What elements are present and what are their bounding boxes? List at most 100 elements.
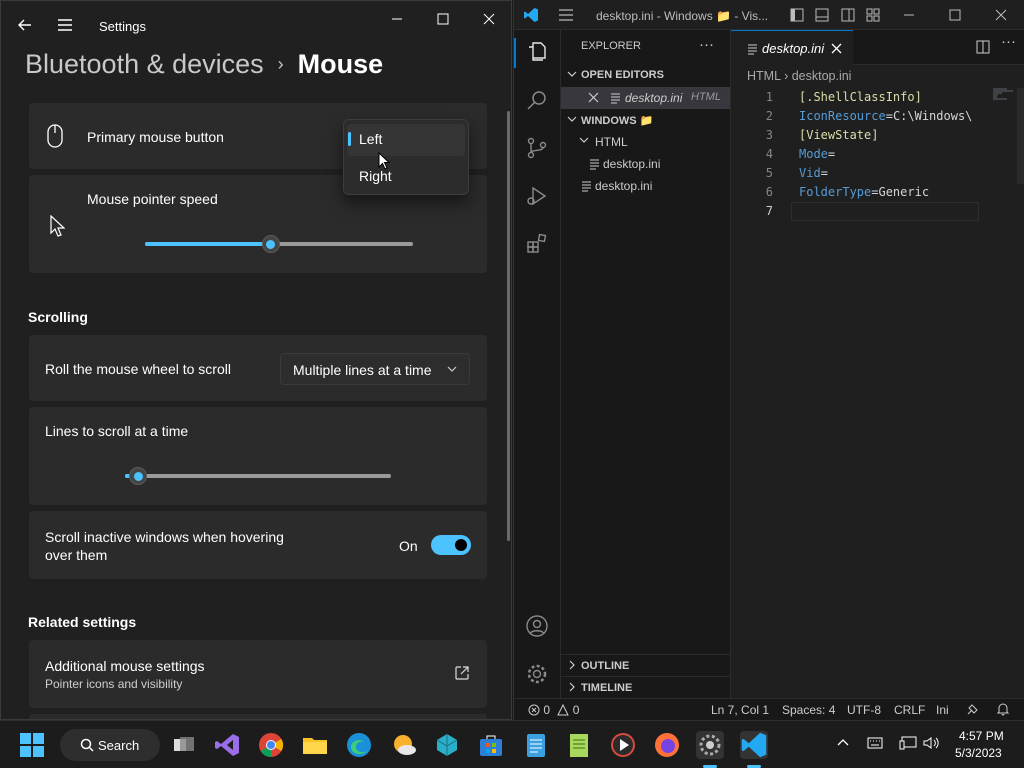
explorer-icon[interactable]	[525, 40, 549, 64]
editor-tabs: desktop.ini ···	[731, 30, 1024, 65]
split-editor-icon[interactable]	[976, 40, 990, 54]
feedback-icon[interactable]	[966, 702, 980, 716]
status-spaces[interactable]: Spaces: 4	[782, 703, 835, 717]
microsoft-store-icon[interactable]	[477, 731, 505, 759]
tree-file-html-desktop[interactable]: desktop.ini	[561, 153, 730, 175]
extensions-icon[interactable]	[525, 232, 549, 256]
close-button[interactable]	[467, 7, 511, 31]
inactive-scroll-toggle[interactable]	[431, 535, 471, 555]
clock-date[interactable]: 5/3/2023	[955, 746, 1002, 760]
pointer-speed-fill	[145, 242, 271, 246]
menu-icon[interactable]	[558, 8, 574, 22]
timeline-header[interactable]: TIMELINE	[561, 676, 730, 698]
inactive-scroll-card: Scroll inactive windows when hovering ov…	[29, 511, 487, 579]
tree-folder-html[interactable]: HTML	[561, 131, 730, 153]
customize-layout-icon[interactable]	[866, 8, 880, 22]
status-eol[interactable]: CRLF	[894, 703, 925, 717]
flyout-option-right[interactable]: Right	[359, 168, 392, 184]
more-actions-icon[interactable]: ···	[699, 36, 714, 53]
code-line[interactable]: FolderType=Generic	[799, 183, 929, 202]
media-player-icon[interactable]	[609, 731, 637, 759]
status-problems[interactable]: 0 0	[528, 703, 579, 717]
breadcrumb-file[interactable]: desktop.ini	[792, 69, 852, 83]
firefox-icon[interactable]	[653, 731, 681, 759]
file-explorer-icon[interactable]	[301, 731, 329, 759]
lines-scroll-track[interactable]	[125, 474, 391, 478]
start-windows-icon[interactable]	[18, 731, 46, 759]
editor-tab-active[interactable]: desktop.ini	[731, 30, 853, 65]
additional-mouse-settings-card[interactable]: Additional mouse settings Pointer icons …	[29, 640, 487, 708]
back-arrow-icon[interactable]	[15, 15, 35, 35]
inactive-scroll-label-line2: over them	[45, 547, 108, 563]
maximize-button[interactable]	[421, 7, 465, 31]
app-cube-icon[interactable]	[433, 731, 461, 759]
minimize-button[interactable]	[375, 7, 419, 31]
vscode-minimize-button[interactable]	[903, 9, 915, 21]
toggle-secondary-sidebar-icon[interactable]	[841, 8, 855, 22]
minimap[interactable]	[993, 88, 1015, 100]
code-line[interactable]: Vid=	[799, 164, 828, 183]
hamburger-menu-icon[interactable]	[55, 15, 75, 35]
status-encoding[interactable]: UTF-8	[847, 703, 881, 717]
open-editors-header[interactable]: OPEN EDITORS	[561, 65, 730, 87]
tree-file-root-desktop[interactable]: desktop.ini	[561, 175, 730, 197]
lines-scroll-thumb[interactable]	[129, 467, 148, 485]
folder-header[interactable]: WINDOWS 📁	[561, 110, 730, 132]
taskbar: Search 4:57 PM 5/3/2023	[0, 720, 1024, 768]
search-icon	[80, 738, 94, 752]
task-view-icon[interactable]	[170, 731, 198, 759]
vscode-close-button[interactable]	[995, 9, 1007, 21]
notepad-plus-icon[interactable]	[565, 731, 593, 759]
account-icon[interactable]	[525, 614, 549, 638]
settings-gear-icon[interactable]	[696, 731, 724, 759]
display-icon[interactable]	[899, 736, 917, 750]
run-debug-icon[interactable]	[525, 184, 549, 208]
clock-time[interactable]: 4:57 PM	[959, 729, 1004, 743]
open-editor-item[interactable]: desktop.ini HTML	[561, 87, 730, 109]
manage-gear-icon[interactable]	[525, 662, 549, 686]
code-line[interactable]: IconResource=C:\Windows\	[799, 107, 972, 126]
code-token: IconResource	[799, 109, 886, 123]
breadcrumb-folder[interactable]: HTML	[747, 69, 781, 83]
vscode-icon[interactable]	[740, 731, 768, 759]
code-line[interactable]: [.ShellClassInfo]	[799, 88, 922, 107]
notepad-icon[interactable]	[522, 731, 550, 759]
notifications-bell-icon[interactable]	[996, 702, 1010, 716]
vscode-maximize-button[interactable]	[949, 9, 961, 21]
close-editor-icon[interactable]	[588, 92, 599, 103]
edge-icon[interactable]	[345, 731, 373, 759]
close-tab-icon[interactable]	[831, 43, 842, 54]
inactive-scroll-label-line1: Scroll inactive windows when hovering	[45, 529, 284, 545]
weather-icon[interactable]	[390, 731, 418, 759]
breadcrumb-parent[interactable]: Bluetooth & devices	[25, 49, 264, 80]
chevron-up-icon[interactable]	[837, 737, 849, 749]
code-line[interactable]: Mode=	[799, 145, 835, 164]
status-language[interactable]: Ini	[936, 703, 949, 717]
visual-studio-icon[interactable]	[214, 731, 242, 759]
code-line[interactable]: [ViewState]	[799, 126, 878, 145]
flyout-option-left[interactable]: Left	[359, 131, 382, 147]
source-control-icon[interactable]	[525, 136, 549, 160]
volume-icon[interactable]	[923, 736, 941, 750]
wheel-scroll-dropdown[interactable]: Multiple lines at a time	[280, 353, 470, 385]
toggle-panel-icon[interactable]	[815, 8, 829, 22]
status-position[interactable]: Ln 7, Col 1	[711, 703, 769, 717]
settings-scrollbar[interactable]	[507, 111, 510, 541]
keyboard-icon[interactable]	[867, 737, 883, 749]
toggle-primary-sidebar-icon[interactable]	[790, 8, 804, 22]
primary-button-label: Primary mouse button	[87, 129, 224, 145]
code-token: =	[827, 147, 836, 161]
code-token: [.ShellClassInfo]	[799, 90, 922, 104]
search-icon[interactable]	[525, 88, 549, 112]
folder-title: WINDOWS 📁	[581, 115, 654, 127]
chevron-right-icon	[567, 682, 577, 692]
wheel-scroll-label: Roll the mouse wheel to scroll	[45, 361, 231, 377]
breadcrumb-sep-icon: ›	[784, 69, 792, 83]
editor-scrollbar[interactable]	[1017, 88, 1024, 184]
taskbar-search[interactable]: Search	[60, 729, 160, 761]
pointer-speed-thumb[interactable]	[261, 235, 280, 253]
breadcrumb-separator: ›	[277, 54, 284, 74]
outline-header[interactable]: OUTLINE	[561, 654, 730, 676]
editor-more-icon[interactable]: ···	[1001, 33, 1016, 50]
chrome-icon[interactable]	[257, 731, 285, 759]
